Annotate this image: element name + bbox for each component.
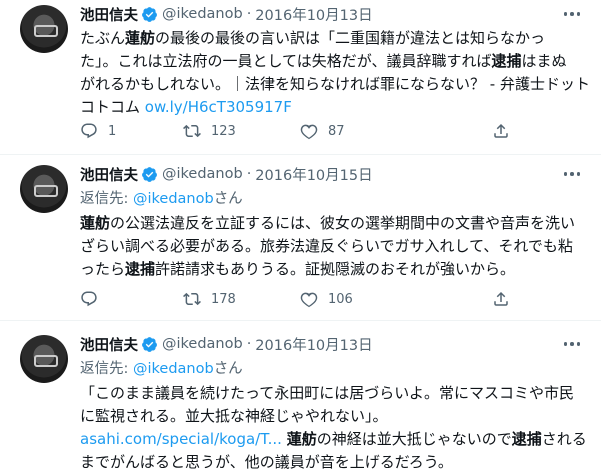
highlighted-term: 逮捕	[125, 260, 156, 278]
tweet-actions: 1 123 87	[80, 121, 520, 141]
reply-to-line: 返信先: @ikedanobさん	[80, 357, 243, 378]
tweet[interactable]: 池田信夫 @ikedanob · 2016年10月13日 返信先: @ikeda…	[0, 322, 601, 469]
more-options-icon[interactable]	[561, 164, 583, 184]
separator-dot: ·	[246, 166, 252, 182]
tweet-text-segment: までがんばると思うが、他の議員が音を上げるだろう。	[80, 453, 453, 469]
author-name[interactable]: 池田信夫	[80, 4, 138, 25]
tweet-text-segment: ったら	[80, 260, 126, 278]
author-handle[interactable]: @ikedanob	[162, 6, 243, 22]
tweet-text-line: ったら逮捕許諾請求もありうる。証拠隠滅のおそれが強いから。	[80, 258, 580, 281]
separator-dot: ·	[246, 6, 252, 22]
like-count: 106	[328, 291, 353, 307]
tweet-text-line: がれるかもしれない。｜法律を知らなければ罪にならない？ - 弁護士ドット	[80, 73, 590, 96]
share-button[interactable]	[492, 121, 510, 141]
reply-to-handle[interactable]: @ikedanob	[133, 191, 214, 207]
tweet-text-segment: ざらい調べる必要がある。旅券法違反ぐらいでガサ入れして、それでも粘	[80, 237, 573, 255]
separator-dot: ·	[246, 336, 252, 352]
author-handle[interactable]: @ikedanob	[162, 166, 243, 182]
like-icon	[300, 124, 318, 140]
share-icon	[494, 291, 508, 306]
tweet-text-segment: に監視される。並大抵な神経じゃやれない」。	[80, 407, 388, 425]
reply-count: 1	[108, 123, 117, 139]
tweet-text-segment: はまぬ	[521, 52, 567, 70]
reply-to-handle[interactable]: @ikedanob	[133, 361, 214, 377]
retweet-icon	[183, 292, 201, 306]
like-button[interactable]: 106	[300, 289, 353, 309]
tweet-text-line: asahi.com/special/koga/T... 蓮舫の神経は並大抵じゃな…	[80, 428, 587, 451]
verified-badge-icon	[142, 336, 157, 352]
tweet-text-segment: の最後の最後の言い訳は「二重国籍が違法とは知らなかっ	[155, 29, 546, 47]
tweet-text-line: た」。これは立法府の一員としては失格だが、議員辞職すれば逮捕はまぬ	[80, 50, 580, 73]
tweet-date[interactable]: 2016年10月15日	[255, 164, 372, 185]
tweet-actions: 178 106	[80, 289, 520, 309]
tweet-text-segment: の神経は並大抵じゃないので	[316, 430, 512, 448]
tweet-header: 池田信夫 @ikedanob · 2016年10月15日	[80, 164, 373, 184]
highlighted-term: 蓮舫	[125, 29, 156, 47]
highlighted-term: 蓮舫	[80, 214, 111, 232]
tweet-text-line: 蓮舫の公選法違反を立証するには、彼女の選挙期間中の文書や音声を洗い	[80, 212, 580, 235]
tweet-text-segment: たぶん	[80, 29, 126, 47]
reply-to-suffix: さん	[213, 361, 243, 377]
share-icon	[494, 123, 508, 138]
reply-button[interactable]	[80, 289, 108, 309]
tweet-text-segment: 「このまま議員を続けたって永田町には居づらいよ。常にマスコミや市民	[80, 384, 574, 402]
tweet-text-segment: される	[541, 430, 587, 448]
retweet-icon	[183, 124, 201, 138]
tweet-text-segment: 許諾請求もありうる。証拠隠滅のおそれが強いから。	[155, 260, 516, 278]
avatar[interactable]	[20, 165, 68, 213]
tweet-header: 池田信夫 @ikedanob · 2016年10月13日	[80, 4, 373, 24]
reply-to-prefix: 返信先:	[80, 361, 133, 377]
tweet-link[interactable]: asahi.com/special/koga/T...	[80, 430, 282, 448]
more-options-icon[interactable]	[561, 334, 583, 354]
tweet-date[interactable]: 2016年10月13日	[255, 4, 372, 25]
author-name[interactable]: 池田信夫	[80, 164, 138, 185]
tweet-text-line: に監視される。並大抵な神経じゃやれない」。	[80, 405, 580, 428]
tweet[interactable]: 池田信夫 @ikedanob · 2016年10月15日 返信先: @ikeda…	[0, 156, 601, 321]
author-handle[interactable]: @ikedanob	[162, 336, 243, 352]
share-button[interactable]	[492, 289, 510, 309]
reply-button[interactable]: 1	[80, 121, 116, 141]
tweet-text-segment: の公選法違反を立証するには、彼女の選挙期間中の文書や音声を洗い	[110, 214, 576, 232]
author-name[interactable]: 池田信夫	[80, 334, 138, 355]
tweet-text-line: たぶん蓮舫の最後の最後の言い訳は「二重国籍が違法とは知らなかっ	[80, 27, 580, 50]
tweet-date[interactable]: 2016年10月13日	[255, 334, 372, 355]
reply-to-line: 返信先: @ikedanobさん	[80, 187, 243, 208]
tweet[interactable]: 池田信夫 @ikedanob · 2016年10月13日 たぶん蓮舫の最後の最後…	[0, 0, 601, 155]
tweet-text: 蓮舫の公選法違反を立証するには、彼女の選挙期間中の文書や音声を洗いざらい調べる必…	[80, 212, 580, 281]
tweet-text-segment: がれるかもしれない。｜法律を知らなければ罪にならない？ - 弁護士ドット	[80, 75, 590, 93]
like-button[interactable]: 87	[300, 121, 345, 141]
retweet-count: 178	[211, 291, 236, 307]
reply-to-suffix: さん	[213, 191, 243, 207]
highlighted-term: 逮捕	[491, 52, 522, 70]
tweet-text-line: ざらい調べる必要がある。旅券法違反ぐらいでガサ入れして、それでも粘	[80, 235, 580, 258]
highlighted-term: 逮捕	[511, 430, 542, 448]
tweet-text-segment: コトコム	[80, 98, 145, 116]
tweet-text-line: 「このまま議員を続けたって永田町には居づらいよ。常にマスコミや市民	[80, 382, 580, 405]
reply-to-prefix: 返信先:	[80, 191, 133, 207]
retweet-count: 123	[211, 123, 236, 139]
tweet-header: 池田信夫 @ikedanob · 2016年10月13日	[80, 334, 373, 354]
like-count: 87	[328, 123, 345, 139]
verified-badge-icon	[142, 6, 157, 22]
tweet-link[interactable]: ow.ly/H6cT305917F	[145, 98, 292, 116]
highlighted-term: 蓮舫	[286, 430, 317, 448]
like-icon	[300, 292, 318, 308]
tweet-text: たぶん蓮舫の最後の最後の言い訳は「二重国籍が違法とは知らなかっ た」。これは立法府…	[80, 27, 590, 119]
reply-icon	[81, 123, 97, 139]
retweet-button[interactable]: 178	[183, 289, 236, 309]
verified-badge-icon	[142, 166, 157, 182]
retweet-button[interactable]: 123	[183, 121, 236, 141]
tweet-text-line: コトコム ow.ly/H6cT305917F	[80, 96, 580, 119]
reply-icon	[81, 291, 97, 307]
avatar[interactable]	[20, 5, 68, 53]
tweet-text-line: までがんばると思うが、他の議員が音を上げるだろう。	[80, 451, 580, 469]
tweet-text-segment: た」。これは立法府の一員としては失格だが、議員辞職すれば	[80, 52, 492, 70]
avatar[interactable]	[20, 335, 68, 383]
tweet-text: 「このまま議員を続けたって永田町には居づらいよ。常にマスコミや市民 に監視される。…	[80, 382, 587, 469]
more-options-icon[interactable]	[561, 4, 583, 24]
